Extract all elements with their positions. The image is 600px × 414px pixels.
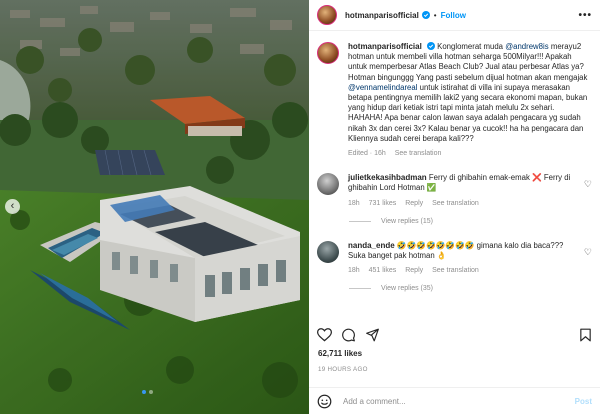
post-image[interactable]: ‹ — [0, 0, 309, 414]
follow-button[interactable]: Follow — [441, 11, 466, 20]
caption-text-part: Konglomerat muda — [434, 42, 506, 51]
caption-avatar[interactable] — [317, 42, 339, 64]
carousel-indicator — [142, 390, 153, 394]
likes-count[interactable]: 62,711 likes — [318, 349, 362, 358]
comments-thread[interactable]: hotmanparisofficial Konglomerat muda @an… — [309, 32, 600, 317]
divider-line — [349, 288, 371, 290]
comment-icon[interactable] — [341, 328, 356, 342]
view-replies-label: View replies (15) — [381, 217, 434, 225]
comment-like-heart-icon[interactable]: ♡ — [584, 247, 592, 258]
author-avatar[interactable] — [317, 5, 337, 25]
reply-button[interactable]: Reply — [405, 267, 423, 274]
like-heart-icon[interactable] — [317, 328, 332, 342]
comment-item: julietkekasihbadman Ferry di ghibahin em… — [309, 173, 600, 209]
verified-badge-icon — [421, 11, 430, 19]
comment-input[interactable] — [343, 396, 575, 406]
verified-badge-icon — [426, 42, 435, 50]
reply-button[interactable]: Reply — [405, 200, 423, 207]
edited-timestamp: Edited · 16h — [348, 150, 386, 158]
mention-link[interactable]: @vennamelindareal — [348, 83, 417, 92]
more-options-icon[interactable]: ••• — [578, 10, 592, 21]
see-translation-link[interactable]: See translation — [395, 150, 442, 157]
see-translation-link[interactable]: See translation — [432, 267, 479, 274]
post-comment-button[interactable]: Post — [575, 397, 592, 406]
mention-link[interactable]: @andrew8is — [505, 42, 548, 51]
separator-dot: • — [433, 10, 437, 20]
commenter-username[interactable]: julietkekasihbadman — [348, 173, 427, 182]
view-replies-label: View replies (35) — [381, 285, 434, 293]
share-icon[interactable] — [365, 328, 380, 342]
add-comment-bar: Post — [309, 387, 600, 414]
bookmark-icon[interactable] — [579, 328, 592, 342]
view-replies-button[interactable]: View replies (15) — [349, 218, 600, 225]
view-replies-button[interactable]: View replies (35) — [349, 285, 600, 292]
emoji-icon[interactable] — [317, 394, 332, 409]
commenter-avatar[interactable] — [317, 173, 339, 196]
comment-item: nanda_ende 🤣🤣🤣🤣🤣🤣🤣🤣 gimana kalo dia baca… — [309, 240, 600, 277]
carousel-prev-button[interactable]: ‹ — [5, 199, 20, 214]
comment-text: nanda_ende 🤣🤣🤣🤣🤣🤣🤣🤣 gimana kalo dia baca… — [348, 241, 576, 261]
chevron-left-icon: ‹ — [10, 199, 15, 212]
comment-meta: 18h 451 likes Reply See translation — [348, 266, 576, 276]
carousel-dot-active — [142, 390, 146, 394]
carousel-dot — [149, 390, 153, 394]
post-sidebar: hotmanparisofficial • Follow ••• hotmanp… — [309, 0, 600, 414]
comment-time: 18h — [348, 199, 360, 207]
post-caption: hotmanparisofficial Konglomerat muda @an… — [309, 32, 600, 159]
comment-text: julietkekasihbadman Ferry di ghibahin em… — [348, 173, 576, 193]
commenter-username[interactable]: nanda_ende — [348, 241, 395, 250]
commenter-avatar[interactable] — [317, 240, 339, 263]
comment-meta: 18h 731 likes Reply See translation — [348, 199, 576, 209]
see-translation-link[interactable]: See translation — [432, 200, 479, 207]
comment-like-heart-icon[interactable]: ♡ — [584, 179, 592, 190]
post-header: hotmanparisofficial • Follow ••• — [309, 0, 600, 31]
comment-time: 18h — [348, 267, 360, 275]
author-username[interactable]: hotmanparisofficial — [345, 11, 419, 20]
post-time-ago: 19 HOURS AGO — [318, 366, 368, 373]
comment-likes[interactable]: 451 likes — [369, 267, 397, 274]
divider-line — [349, 220, 371, 222]
action-bar — [309, 325, 600, 345]
comment-likes[interactable]: 731 likes — [369, 200, 397, 207]
caption-text: hotmanparisofficial Konglomerat muda @an… — [348, 42, 588, 144]
aerial-villa-photo — [0, 0, 309, 414]
caption-username[interactable]: hotmanparisofficial — [348, 42, 422, 51]
caption-meta: Edited · 16h See translation — [348, 149, 588, 159]
